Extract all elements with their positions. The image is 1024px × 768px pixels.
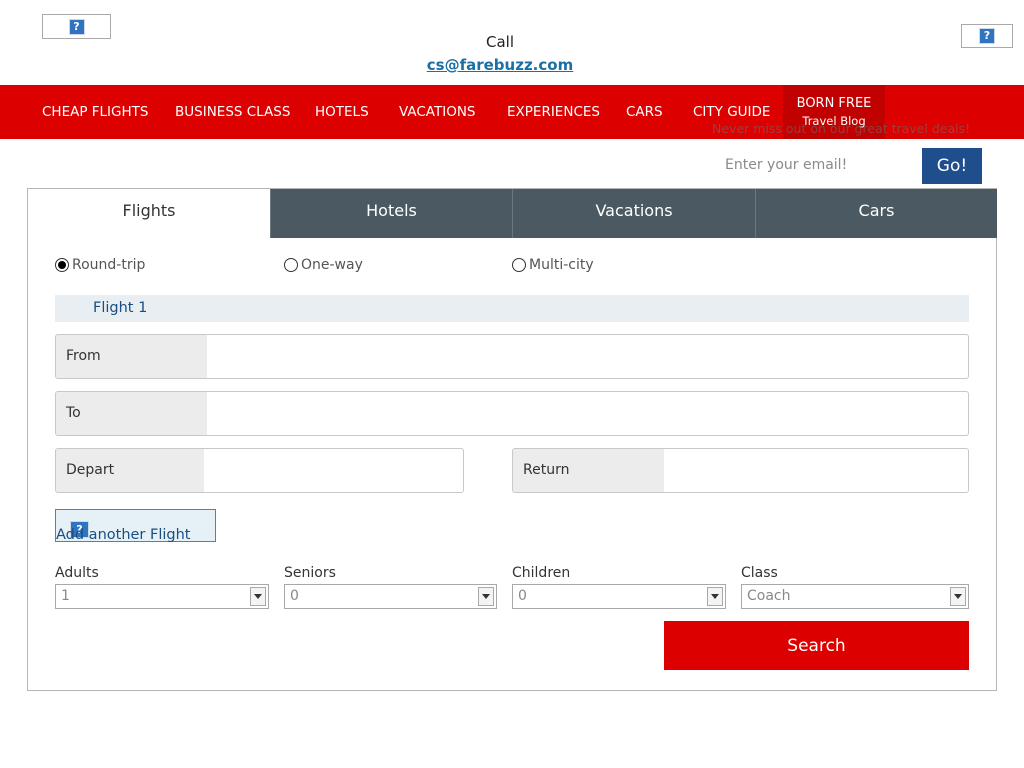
nav-hotels[interactable]: HOTELS <box>315 104 369 120</box>
dropdown-arrow-icon <box>250 587 266 606</box>
from-field[interactable]: From <box>55 334 969 379</box>
nav-experiences[interactable]: EXPERIENCES <box>507 104 600 120</box>
radio-multi-city[interactable]: Multi-city <box>512 257 594 273</box>
radio-one-way-label: One-way <box>301 257 363 273</box>
contact-block: Call cs@farebuzz.com <box>0 33 1000 74</box>
nav-vacations[interactable]: VACATIONS <box>399 104 476 120</box>
tab-cars[interactable]: Cars <box>755 189 997 238</box>
radio-unchecked-icon <box>512 258 526 272</box>
dropdown-arrow-icon <box>707 587 723 606</box>
radio-checked-icon <box>55 258 69 272</box>
seniors-value: 0 <box>290 588 299 604</box>
depart-label: Depart <box>56 449 204 492</box>
tab-vacations[interactable]: Vacations <box>512 189 755 238</box>
radio-multi-city-label: Multi-city <box>529 257 594 273</box>
nav-business-class[interactable]: BUSINESS CLASS <box>175 104 290 120</box>
call-label: Call <box>485 33 514 51</box>
radio-one-way[interactable]: One-way <box>284 257 363 273</box>
children-value: 0 <box>518 588 527 604</box>
newsletter-go-button[interactable]: Go! <box>922 148 982 184</box>
contact-email-link[interactable]: cs@farebuzz.com <box>0 56 1000 74</box>
radio-round-trip-label: Round-trip <box>72 257 146 273</box>
search-button[interactable]: Search <box>664 621 969 670</box>
nav-cars[interactable]: CARS <box>626 104 663 120</box>
newsletter-text: Never miss out on our great travel deals… <box>712 121 971 136</box>
nav-city-guide[interactable]: CITY GUIDE <box>693 104 770 120</box>
radio-round-trip[interactable]: Round-trip <box>55 257 145 273</box>
dropdown-arrow-icon <box>950 587 966 606</box>
return-date-field[interactable]: Return <box>512 448 969 493</box>
add-another-flight-button[interactable]: ? Add another Flight <box>55 509 216 543</box>
flight-1-header: Flight 1 <box>55 295 969 322</box>
tab-flights[interactable]: Flights <box>28 189 270 238</box>
seniors-select[interactable]: 0 <box>284 584 497 609</box>
adults-label: Adults <box>55 565 99 581</box>
children-label: Children <box>512 565 571 581</box>
children-select[interactable]: 0 <box>512 584 726 609</box>
tab-hotels[interactable]: Hotels <box>270 189 512 238</box>
to-field[interactable]: To <box>55 391 969 436</box>
dropdown-arrow-icon <box>478 587 494 606</box>
add-another-flight-label: Add another Flight <box>56 527 191 543</box>
class-label: Class <box>741 565 778 581</box>
class-value: Coach <box>747 588 791 604</box>
radio-unchecked-icon <box>284 258 298 272</box>
depart-date-field[interactable]: Depart <box>55 448 464 493</box>
search-panel: Flights Hotels Vacations Cars Round-trip… <box>27 188 997 691</box>
from-label: From <box>56 335 207 378</box>
nav-cheap-flights[interactable]: CHEAP FLIGHTS <box>42 104 148 120</box>
to-label: To <box>56 392 207 435</box>
seniors-label: Seniors <box>284 565 336 581</box>
adults-select[interactable]: 1 <box>55 584 269 609</box>
return-label: Return <box>513 449 664 492</box>
adults-value: 1 <box>61 588 70 604</box>
newsletter-email-input[interactable] <box>718 150 916 180</box>
blog-title: BORN FREE <box>796 96 872 111</box>
class-select[interactable]: Coach <box>741 584 969 609</box>
